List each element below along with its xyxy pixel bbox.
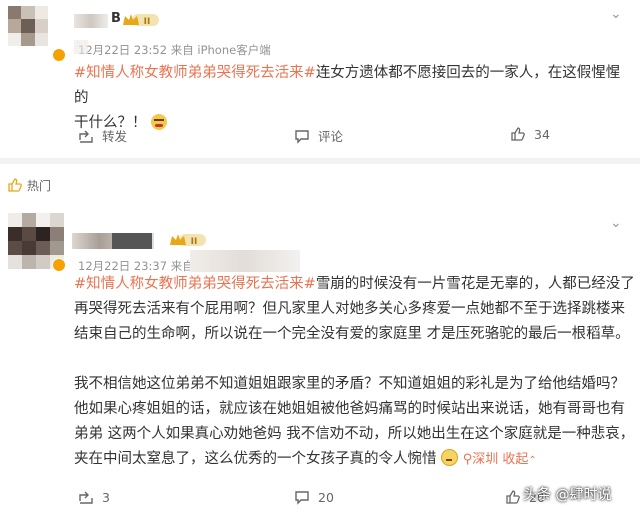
avatar[interactable] — [8, 6, 48, 46]
location-tag[interactable]: ⚲深圳 — [463, 452, 503, 467]
thumbs-up-icon — [511, 127, 525, 141]
chevron-down-icon[interactable]: ⌄ — [610, 6, 622, 22]
like-count: 34 — [534, 126, 550, 142]
chevron-down-icon[interactable]: ⌄ — [610, 215, 622, 231]
comment-text-line: 再哭得死去活来有个屁用啊？但凡家里人对她多关心多疼爱一点她都不至于选择跳楼来 — [74, 301, 625, 317]
share-icon — [79, 130, 93, 143]
repost-button[interactable]: 3 — [78, 489, 110, 505]
comment-count: 20 — [318, 489, 334, 505]
repost-count: 3 — [102, 489, 110, 505]
comment-label: 评论 — [318, 129, 344, 144]
comment-body: #知情人称女教师弟弟哭得死去活来#雪崩的时候没有一片雪花是无辜的，人都已经没了 … — [74, 272, 639, 347]
comment-body: #知情人称女教师弟弟哭得死去活来#连女方遗体都不愿接回去的一家人，在这假惺惺的 … — [74, 61, 634, 136]
hashtag-link[interactable]: #知情人称女教师弟弟哭得死去活来# — [74, 276, 316, 292]
comment-text-line: 弟弟 这两个人如果真心劝她爸妈 我不信劝不动，所以她出生在这个家庭就是一种悲哀， — [74, 426, 635, 442]
crown-icon: II — [123, 14, 159, 27]
svg-text:II: II — [144, 17, 151, 27]
comment-button[interactable]: 评论 — [294, 126, 343, 145]
hashtag-link[interactable]: #知情人称女教师弟弟哭得死去活来# — [74, 65, 316, 81]
sigh-face-icon — [441, 449, 459, 466]
vip-badge[interactable]: II — [168, 231, 208, 249]
comment-text-line: 他如果心疼姐姐的话，就应该在她姐姐被他爸妈痛骂的时候站出来说话，她有哥哥也有 — [74, 401, 625, 417]
location-pin-icon: ⚲ — [462, 452, 473, 467]
divider — [0, 158, 640, 164]
thumbs-up-hot-icon — [8, 178, 22, 192]
username-blur[interactable] — [112, 233, 152, 249]
comment-meta: 12月22日 23:52 来自 iPhone客户端 — [78, 43, 271, 57]
comment-text-line: 夹在中间太窒息了，这么优秀的一个女孩子真的令人惋惜 — [74, 451, 437, 467]
comment-body: 我不相信她这位弟弟不知道姐姐跟家里的矛盾？不知道姐姐的彩礼是为了给他结婚吗？ 他… — [74, 372, 639, 473]
username-blur[interactable] — [74, 14, 108, 28]
meta-blur — [74, 40, 88, 54]
comment-button[interactable]: 20 — [294, 489, 334, 505]
vip-badge[interactable]: II — [121, 11, 161, 29]
angry-face-icon — [151, 114, 168, 130]
comment-icon — [295, 129, 309, 144]
thumbs-up-icon — [506, 490, 520, 504]
verified-icon — [52, 258, 66, 272]
comment-text-line: 我不相信她这位弟弟不知道姐姐跟家里的矛盾？不知道姐姐的彩礼是为了给他结婚吗？ — [74, 376, 625, 392]
watermark: 头条 @肆时说 — [523, 487, 612, 503]
like-button[interactable]: 34 — [510, 126, 550, 142]
svg-text:II: II — [191, 237, 198, 247]
source-blur — [190, 250, 300, 272]
comment-icon — [295, 491, 309, 505]
collapse-link[interactable]: 收起⌃ — [502, 452, 536, 467]
repost-label: 转发 — [102, 129, 128, 144]
username-suffix[interactable]: B — [111, 11, 121, 26]
hot-label: 热门 — [27, 179, 52, 193]
comment-text-line: 结束自己的生命啊，所以说在一个完全没有爱的家庭里 才是压死骆驼的最后一根稻草。 — [74, 326, 630, 342]
verified-icon — [52, 48, 66, 62]
comment-text-line: 雪崩的时候没有一片雪花是无辜的，人都已经没了 — [315, 276, 635, 292]
chevron-up-icon: ⌃ — [528, 455, 537, 466]
repost-button[interactable]: 转发 — [78, 126, 127, 145]
share-icon — [79, 491, 93, 504]
crown-icon: II — [170, 234, 206, 247]
